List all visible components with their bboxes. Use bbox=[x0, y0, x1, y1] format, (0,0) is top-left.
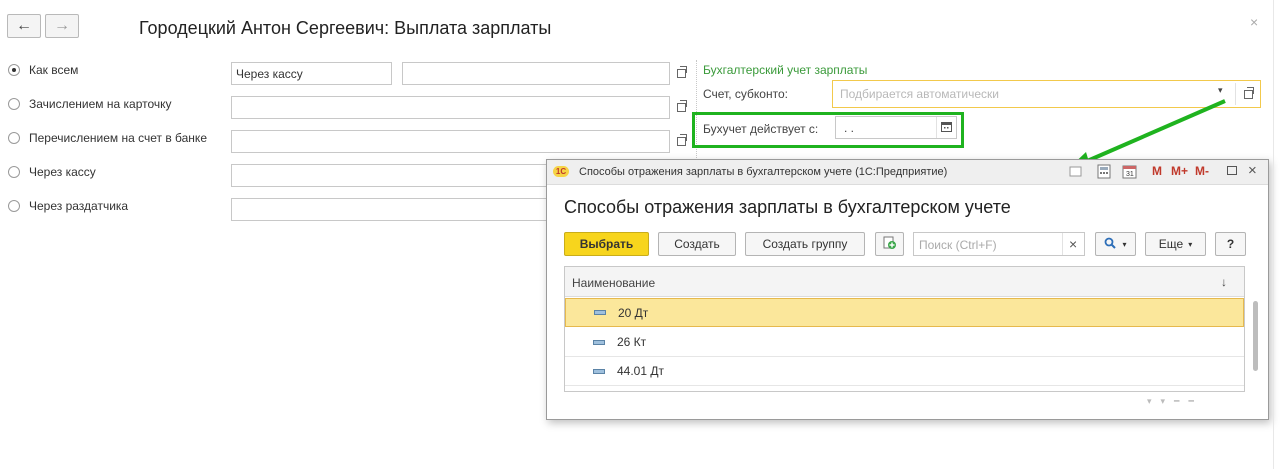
add-copy-button[interactable] bbox=[875, 232, 904, 256]
open-icon[interactable] bbox=[674, 99, 688, 114]
open-icon[interactable] bbox=[674, 65, 688, 80]
column-header-name[interactable]: Наименование bbox=[572, 276, 655, 290]
payment-method-field[interactable]: Через кассу bbox=[231, 62, 392, 85]
more-button[interactable]: Еще ▾ bbox=[1145, 232, 1206, 256]
dialog-titlebar[interactable]: 1C Способы отражения зарплаты в бухгалте… bbox=[547, 160, 1268, 185]
scrollbar[interactable] bbox=[1251, 297, 1259, 387]
radio-label: Как всем bbox=[29, 63, 79, 77]
item-icon bbox=[593, 339, 605, 345]
bank-account-field[interactable] bbox=[231, 130, 670, 153]
table-row[interactable]: 20 Дт bbox=[565, 298, 1244, 327]
help-button[interactable]: ? bbox=[1215, 232, 1246, 256]
row-label: 44.01 Дт bbox=[617, 364, 664, 378]
calculator-icon[interactable] bbox=[1097, 164, 1111, 182]
search-icon bbox=[1104, 237, 1117, 252]
payment-detail-field-1[interactable] bbox=[402, 62, 670, 85]
row-label: 20 Дт bbox=[618, 305, 649, 320]
forward-arrow-icon: → bbox=[54, 17, 70, 34]
dialog-heading: Способы отражения зарплаты в бухгалтерск… bbox=[564, 197, 1011, 217]
link-icon[interactable] bbox=[1069, 164, 1083, 181]
calendar-icon[interactable]: 31 bbox=[1122, 164, 1137, 182]
memory-minus-icon[interactable]: М- bbox=[1195, 164, 1209, 178]
search-options-button[interactable]: ▾ bbox=[1095, 232, 1136, 256]
effective-date-value: . . bbox=[844, 121, 855, 135]
page-title: Городецкий Антон Сергеевич: Выплата зарп… bbox=[139, 18, 552, 38]
radio-icon bbox=[8, 132, 20, 144]
select-button[interactable]: Выбрать bbox=[564, 232, 649, 256]
radio-selected-icon bbox=[8, 64, 20, 76]
dialog-window-title: Способы отражения зарплаты в бухгалтерск… bbox=[579, 166, 948, 178]
create-group-button[interactable]: Создать группу bbox=[745, 232, 865, 256]
copy-add-icon bbox=[883, 236, 897, 253]
open-icon[interactable] bbox=[674, 133, 688, 148]
table-row[interactable]: 26 Кт bbox=[565, 328, 1244, 357]
radio-icon bbox=[8, 98, 20, 110]
calendar-icon[interactable] bbox=[941, 121, 952, 135]
account-label: Счет, субконто: bbox=[703, 87, 788, 101]
radio-label: Перечислением на счет в банке bbox=[29, 131, 207, 145]
close-icon[interactable]: × bbox=[1250, 14, 1258, 30]
cash-field[interactable] bbox=[231, 164, 547, 187]
table-header[interactable]: Наименование ↓ bbox=[565, 267, 1244, 297]
radio-option-distributor[interactable]: Через раздатчика bbox=[8, 199, 128, 213]
radio-option-bank[interactable]: Перечислением на счет в банке bbox=[8, 131, 207, 145]
card-field[interactable] bbox=[231, 96, 670, 119]
radio-label: Через раздатчика bbox=[29, 199, 129, 213]
accounting-section-title: Бухгалтерский учет зарплаты bbox=[703, 63, 868, 77]
radio-option-card[interactable]: Зачислением на карточку bbox=[8, 97, 172, 111]
svg-text:31: 31 bbox=[1126, 171, 1134, 178]
search-input[interactable]: Поиск (Ctrl+F) × bbox=[913, 232, 1085, 256]
maximize-icon[interactable] bbox=[1227, 166, 1237, 175]
search-placeholder: Поиск (Ctrl+F) bbox=[919, 238, 997, 252]
radio-option-as-all[interactable]: Как всем bbox=[8, 63, 78, 77]
forward-button[interactable]: → bbox=[45, 14, 79, 38]
list-table[interactable]: Наименование ↓ 20 Дт 26 Кт 44.01 Дт bbox=[564, 266, 1258, 392]
radio-option-cash[interactable]: Через кассу bbox=[8, 165, 96, 179]
account-placeholder: Подбирается автоматически bbox=[840, 87, 999, 101]
effective-date-label: Бухучет действует с: bbox=[703, 122, 819, 136]
back-arrow-icon: ← bbox=[16, 17, 32, 34]
more-label: Еще bbox=[1158, 237, 1184, 251]
open-icon[interactable] bbox=[1241, 86, 1255, 101]
close-icon[interactable]: × bbox=[1248, 162, 1257, 179]
scrollbar-thumb[interactable] bbox=[1253, 301, 1258, 371]
dropdown-arrow-icon: ▾ bbox=[1122, 239, 1127, 249]
radio-label: Зачислением на карточку bbox=[29, 97, 172, 111]
table-row[interactable]: 44.01 Дт bbox=[565, 357, 1244, 386]
selection-dialog[interactable]: 1C Способы отражения зарплаты в бухгалте… bbox=[546, 159, 1269, 420]
distributor-field[interactable] bbox=[231, 198, 547, 221]
memory-icon[interactable]: М bbox=[1152, 164, 1162, 178]
create-button[interactable]: Создать bbox=[658, 232, 736, 256]
radio-icon bbox=[8, 200, 20, 212]
sort-arrow-icon[interactable]: ↓ bbox=[1221, 275, 1227, 289]
radio-icon bbox=[8, 166, 20, 178]
item-icon bbox=[593, 368, 605, 374]
list-navigation-icons[interactable]: ▾▾━━ bbox=[1147, 396, 1203, 407]
back-button[interactable]: ← bbox=[7, 14, 41, 38]
clear-search-icon[interactable]: × bbox=[1069, 236, 1077, 252]
window-edge bbox=[1273, 0, 1274, 469]
app-logo-icon: 1C bbox=[553, 166, 569, 177]
row-label: 26 Кт bbox=[617, 335, 647, 349]
memory-plus-icon[interactable]: М+ bbox=[1171, 164, 1188, 178]
item-icon bbox=[594, 310, 606, 315]
effective-date-field[interactable]: . . bbox=[835, 116, 957, 139]
radio-label: Через кассу bbox=[29, 165, 96, 179]
dropdown-arrow-icon: ▾ bbox=[1188, 239, 1193, 249]
